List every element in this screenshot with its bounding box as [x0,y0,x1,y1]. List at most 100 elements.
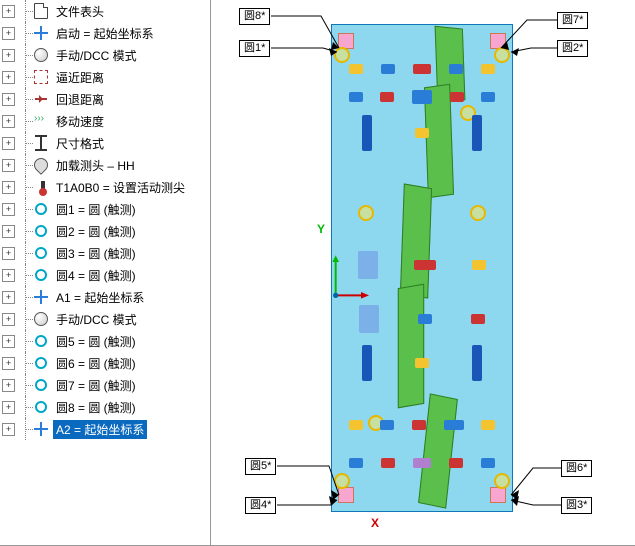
circ-icon [35,225,47,237]
tree-item[interactable]: + 圆7 = 圆 (触测) [0,374,210,396]
expand-icon[interactable]: + [2,159,15,172]
circ-icon [35,335,47,347]
feature-circle[interactable] [358,205,374,221]
ret-icon [35,93,47,105]
feature-circle[interactable] [334,473,350,489]
hardware-row [340,455,504,471]
tree-item[interactable]: + 圆5 = 圆 (触测) [0,330,210,352]
callout-circle1[interactable]: 圆1* [239,40,270,57]
tip-icon [41,181,45,193]
axis-label-y: Y [317,222,325,236]
expand-icon[interactable]: + [2,137,15,150]
dim-icon [35,135,47,151]
tree-item[interactable]: + 圆8 = 圆 (触测) [0,396,210,418]
expand-icon[interactable]: + [2,247,15,260]
tree-item[interactable]: + 启动 = 起始坐标系 [0,22,210,44]
part-curve [418,393,458,508]
axis-icon [34,290,48,304]
tree-item[interactable]: + 圆2 = 圆 (触测) [0,220,210,242]
callout-circle5[interactable]: 圆5* [245,458,276,475]
tree-item[interactable]: +加载测头 – HH [0,154,210,176]
hardware-row [340,125,504,141]
hand-icon [34,312,48,326]
tree-item-label: 圆2 = 圆 (触测) [53,222,139,241]
tree-item-label: 手动/DCC 模式 [53,310,140,329]
pad [338,487,354,503]
tree-item-label: T1A0B0 = 设置活动测尖 [53,178,188,197]
callout-circle2[interactable]: 圆2* [557,40,588,57]
expand-icon[interactable]: + [2,335,15,348]
tree-item-label: 圆4 = 圆 (触测) [53,266,139,285]
tree-item-label: A2 = 起始坐标系 [53,420,147,439]
callout-circle4[interactable]: 圆4* [245,497,276,514]
tree-item[interactable]: + 回退距离 [0,88,210,110]
expand-icon[interactable]: + [2,423,15,436]
expand-icon[interactable]: + [2,379,15,392]
tree-item[interactable]: + 手动/DCC 模式 [0,308,210,330]
expand-icon[interactable]: + [2,313,15,326]
part-curve [400,183,432,298]
tree-item[interactable]: +手动/DCC 模式 [0,44,210,66]
pad [490,487,506,503]
expand-icon[interactable]: + [2,49,15,62]
axis-gizmo [329,252,369,312]
callout-circle3[interactable]: 圆3* [561,497,592,514]
circ-icon [35,401,47,413]
tree-item-label: 圆6 = 圆 (触测) [53,354,139,373]
tree-item-label: 尺寸格式 [53,134,107,153]
tree-item-label: 启动 = 起始坐标系 [53,24,157,43]
tree-item-label: 圆5 = 圆 (触测) [53,332,139,351]
tree-item[interactable]: + 圆6 = 圆 (触测) [0,352,210,374]
tree-item-label: 回退距离 [53,90,107,109]
tree-item[interactable]: + 圆4 = 圆 (触测) [0,264,210,286]
tree-item[interactable]: + 移动速度 [0,110,210,132]
circ-icon [35,203,47,215]
doc-icon [34,3,48,19]
expand-icon[interactable]: + [2,115,15,128]
tree-item[interactable]: +圆3 = 圆 (触测) [0,242,210,264]
tree-item[interactable]: + 文件表头 [0,0,210,22]
tree-item[interactable]: + A1 = 起始坐标系 [0,286,210,308]
feature-circle[interactable] [494,473,510,489]
expand-icon[interactable]: + [2,357,15,370]
hardware-row [340,61,504,77]
expand-icon[interactable]: + [2,5,15,18]
hardware-row [340,355,504,371]
tree-item[interactable]: + T1A0B0 = 设置活动测尖 [0,176,210,198]
part-curve [398,284,424,409]
expand-icon[interactable]: + [2,71,15,84]
expand-icon[interactable]: + [2,269,15,282]
tree-item[interactable]: + 尺寸格式 [0,132,210,154]
expand-icon[interactable]: + [2,203,15,216]
hand-icon [34,48,48,62]
axis-icon [34,422,48,436]
tree-item-label: 圆7 = 圆 (触测) [53,376,139,395]
tree-item-label: A1 = 起始坐标系 [53,288,147,307]
callout-circle6[interactable]: 圆6* [561,460,592,477]
expand-icon[interactable]: + [2,27,15,40]
cad-viewport[interactable]: 圆8* 圆1* 圆7* 圆2* 圆5* 圆4* 圆6* 圆3* Y X [211,0,635,545]
speed-icon [35,115,47,127]
expand-icon[interactable]: + [2,291,15,304]
feature-circle[interactable] [470,205,486,221]
expand-icon[interactable]: + [2,225,15,238]
circ-icon [35,379,47,391]
expand-icon[interactable]: + [2,181,15,194]
hardware-row [340,417,504,433]
tree-item-label: 文件表头 [53,2,107,21]
callout-circle7[interactable]: 圆7* [557,12,588,29]
axis-label-x: X [371,516,379,530]
axis-icon [34,26,48,40]
expand-icon[interactable]: + [2,93,15,106]
tree-item-label: 移动速度 [53,112,107,131]
tree-item[interactable]: + A2 = 起始坐标系 [0,418,210,440]
probe-icon [31,155,51,175]
tree-item[interactable]: +圆1 = 圆 (触测) [0,198,210,220]
tree-item-label: 圆8 = 圆 (触测) [53,398,139,417]
program-tree[interactable]: +文件表头+启动 = 起始坐标系+手动/DCC 模式+逼近距离+回退距离+移动速… [0,0,211,545]
callout-circle8[interactable]: 圆8* [239,8,270,25]
circ-icon [35,357,47,369]
expand-icon[interactable]: + [2,401,15,414]
tree-item[interactable]: +逼近距离 [0,66,210,88]
hardware-row [340,89,504,105]
